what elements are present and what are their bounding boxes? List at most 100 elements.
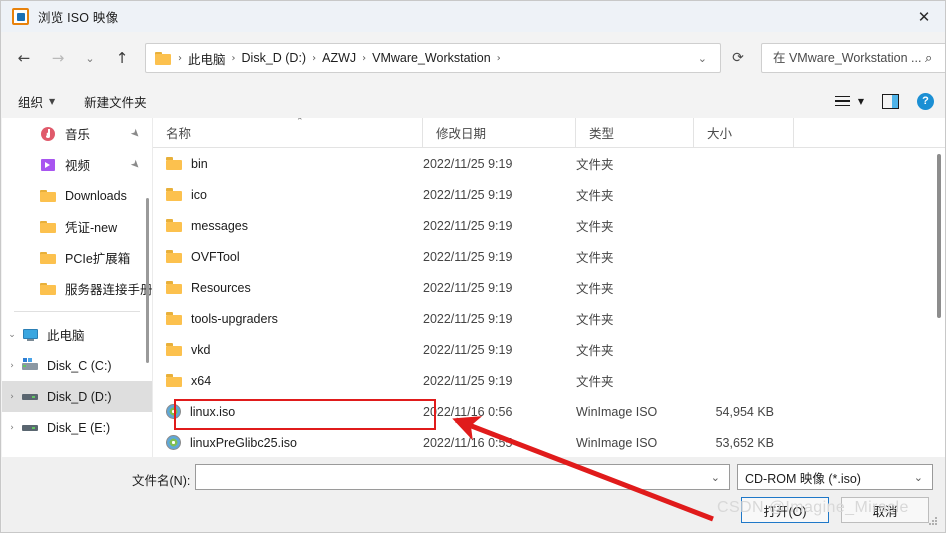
table-row[interactable]: bin 2022/11/25 9:19 文件夹 <box>153 148 945 179</box>
folder-icon <box>40 281 57 297</box>
iso-icon <box>166 435 181 450</box>
sidebar-item-label: 服务器连接手册 <box>65 283 152 297</box>
cell-date: 2022/11/25 9:19 <box>423 249 513 264</box>
cell-name: tools-upgraders <box>153 312 423 326</box>
sidebar-item-7[interactable]: › Disk_C (C:) <box>2 350 152 381</box>
cell-type: 文件夹 <box>576 189 614 203</box>
cell-name: ico <box>153 188 423 202</box>
organize-button[interactable]: 组织 ▼ <box>12 88 61 114</box>
column-header-size[interactable]: 大小 <box>694 118 794 148</box>
command-bar-right: ▼ ? <box>834 92 934 110</box>
sidebar-scrollbar[interactable] <box>146 198 149 363</box>
file-name-label: linuxPreGlibc25.iso <box>190 435 297 450</box>
search-input[interactable] <box>771 50 923 66</box>
table-row[interactable]: vkd 2022/11/25 9:19 文件夹 <box>153 334 945 365</box>
breadcrumb-item-3[interactable]: VMware_Workstation <box>369 51 494 65</box>
table-row[interactable]: ico 2022/11/25 9:19 文件夹 <box>153 179 945 210</box>
table-row[interactable]: OVFTool 2022/11/25 9:19 文件夹 <box>153 241 945 272</box>
folder-icon <box>40 250 57 266</box>
sidebar-item-label: PCIe扩展箱 <box>65 252 131 266</box>
filename-label: 文件名(N): <box>132 474 191 488</box>
forward-button[interactable]: → <box>43 43 73 73</box>
filename-input[interactable] <box>202 466 697 488</box>
chevron-down-icon[interactable]: ⌄ <box>698 52 707 65</box>
close-icon[interactable]: ✕ <box>901 1 945 32</box>
expander-icon[interactable]: › <box>2 423 22 433</box>
table-row[interactable]: tools-upgraders 2022/11/25 9:19 文件夹 <box>153 303 945 334</box>
sidebar-item-5[interactable]: 服务器连接手册 <box>2 273 152 304</box>
search-box[interactable]: ⌕ <box>761 43 945 73</box>
view-options-icon[interactable] <box>834 95 850 107</box>
column-header-date[interactable]: 修改日期 <box>423 118 576 148</box>
sidebar-item-label: Downloads <box>65 188 127 203</box>
folder-icon <box>166 312 182 325</box>
breadcrumb-item-0[interactable]: 此电脑 <box>185 49 229 68</box>
up-button[interactable]: ↑ <box>107 43 137 73</box>
filetype-dropdown[interactable]: CD-ROM 映像 (*.iso) ⌄ <box>737 464 933 490</box>
column-header-name[interactable]: 名称 <box>153 118 423 148</box>
filename-field[interactable]: ⌄ <box>195 464 730 490</box>
refresh-icon[interactable]: ⟳ <box>721 43 755 73</box>
breadcrumb-separator: › <box>178 52 182 64</box>
cell-type: WinImage ISO <box>576 404 658 419</box>
folder-icon <box>166 374 182 387</box>
chevron-down-icon: ▼ <box>49 96 56 106</box>
column-header-type[interactable]: 类型 <box>576 118 694 148</box>
search-icon[interactable]: ⌕ <box>925 51 932 66</box>
music-icon <box>40 126 57 142</box>
folder-icon <box>40 219 57 235</box>
sidebar-item-1[interactable]: 视频 ➤ <box>2 149 152 180</box>
file-name-label: linux.iso <box>190 404 236 419</box>
cell-type: 文件夹 <box>576 313 614 327</box>
sidebar-item-4[interactable]: PCIe扩展箱 <box>2 242 152 273</box>
expander-icon[interactable]: › <box>2 361 22 371</box>
expander-icon[interactable]: › <box>2 392 22 402</box>
sidebar-item-9[interactable]: › Disk_E (E:) <box>2 412 152 443</box>
sidebar-item-2[interactable]: Downloads <box>2 180 152 211</box>
sidebar-item-label: Disk_C (C:) <box>47 358 112 373</box>
sidebar-item-0[interactable]: 音乐 ➤ <box>2 118 152 149</box>
cell-date: 2022/11/16 0:56 <box>423 404 513 419</box>
breadcrumb-separator: › <box>496 52 501 64</box>
chevron-down-icon[interactable]: ⌄ <box>914 471 923 484</box>
folder-icon <box>155 51 171 65</box>
pin-icon[interactable]: ➤ <box>128 157 144 173</box>
breadcrumb-separator: › <box>231 52 236 64</box>
drive-icon <box>22 420 39 436</box>
resize-grip[interactable] <box>929 517 939 527</box>
breadcrumb-item-2[interactable]: AZWJ <box>319 51 359 65</box>
cell-size: 54,954 KB <box>715 404 774 419</box>
table-row[interactable]: linuxPreGlibc25.iso 2022/11/16 0:55 WinIma… <box>153 427 945 457</box>
recent-locations-button[interactable]: ⌄ <box>75 43 105 73</box>
table-row[interactable]: Resources 2022/11/25 9:19 文件夹 <box>153 272 945 303</box>
sidebar-rows: 音乐 ➤ 视频 ➤ Downloads 凭证-new PCIe扩展箱 服务器连接手册 ⌄ 此电脑 ›… <box>2 118 152 443</box>
sidebar-item-6[interactable]: ⌄ 此电脑 <box>2 319 152 350</box>
cell-date: 2022/11/25 9:19 <box>423 156 513 171</box>
expander-icon[interactable]: ⌄ <box>2 330 22 340</box>
cell-name: vkd <box>153 343 423 357</box>
cell-date: 2022/11/16 0:55 <box>423 435 513 450</box>
preview-pane-icon[interactable] <box>882 93 899 109</box>
chevron-down-icon[interactable]: ⌄ <box>711 471 720 484</box>
breadcrumb-item-1[interactable]: Disk_D (D:) <box>239 51 310 65</box>
sidebar-item-3[interactable]: 凭证-new <box>2 211 152 242</box>
file-list-scrollbar[interactable] <box>937 154 941 318</box>
table-row[interactable]: messages 2022/11/25 9:19 文件夹 <box>153 210 945 241</box>
help-icon[interactable]: ? <box>917 92 934 110</box>
back-button[interactable]: ← <box>9 43 39 73</box>
sidebar-item-8[interactable]: › Disk_D (D:) <box>2 381 152 412</box>
sort-ascending-icon: ⌃ <box>296 118 304 127</box>
cell-name: messages <box>153 219 423 233</box>
breadcrumb-separator: › <box>362 52 367 64</box>
new-folder-button[interactable]: 新建文件夹 <box>78 88 153 114</box>
table-row[interactable]: x64 2022/11/25 9:19 文件夹 <box>153 365 945 396</box>
address-bar[interactable]: › 此电脑 › Disk_D (D:) › AZWJ › VMware_Work… <box>145 43 721 73</box>
folder-icon <box>166 343 182 356</box>
chevron-down-icon[interactable]: ▼ <box>858 97 864 106</box>
cell-name: OVFTool <box>153 250 423 264</box>
table-row[interactable]: linux.iso 2022/11/16 0:56 WinImage ISO 54,9… <box>153 396 945 427</box>
iso-icon <box>166 404 181 419</box>
file-name-label: OVFTool <box>191 249 240 264</box>
pin-icon[interactable]: ➤ <box>128 126 144 142</box>
drive-icon <box>22 389 39 405</box>
